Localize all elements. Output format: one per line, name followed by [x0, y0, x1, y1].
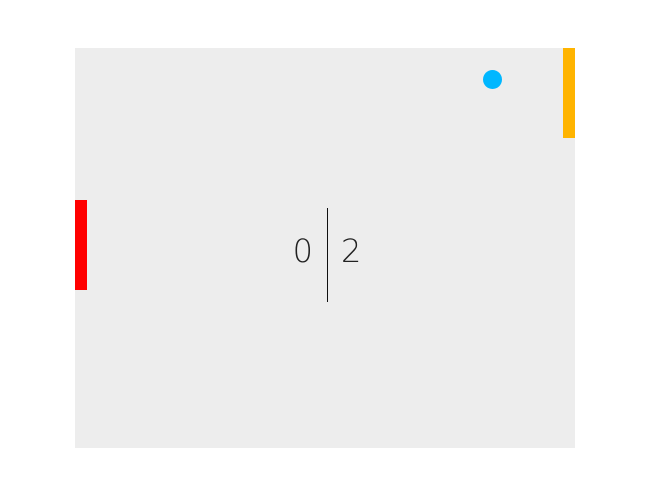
- left-player-score: 0: [292, 232, 313, 270]
- game-court[interactable]: 0 2: [75, 48, 575, 448]
- right-paddle[interactable]: [563, 48, 575, 138]
- score-divider: [327, 208, 328, 302]
- ball: [483, 70, 502, 89]
- right-player-score: 2: [341, 232, 362, 270]
- left-paddle[interactable]: [75, 200, 87, 290]
